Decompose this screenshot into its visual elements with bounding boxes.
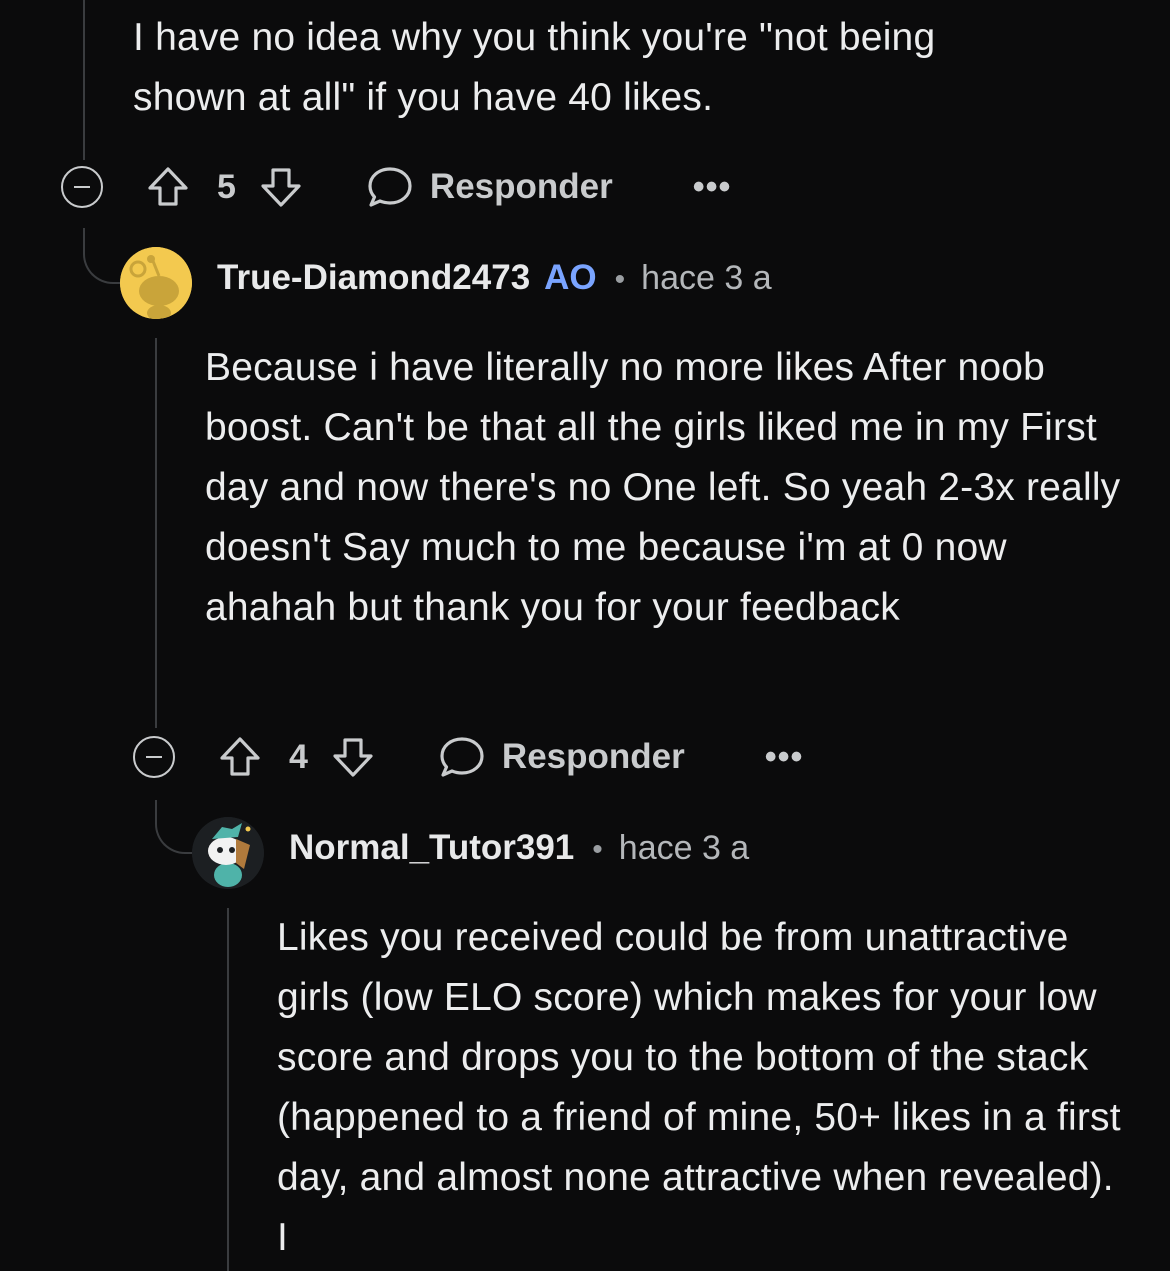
upvote-icon[interactable]: [217, 734, 263, 780]
comment-2-actions: 4 Responder •••: [133, 727, 803, 787]
separator-dot: •: [592, 833, 603, 866]
upvote-icon[interactable]: [145, 164, 191, 210]
timestamp: hace 3 a: [618, 829, 750, 867]
more-icon[interactable]: •••: [693, 168, 732, 207]
thread-elbow-2: [155, 800, 197, 854]
comment-bubble-icon: [438, 734, 486, 780]
comment-3-header: Normal_Tutor391 • hace 3 a: [289, 828, 749, 868]
vote-count: 5: [217, 167, 236, 206]
downvote-icon[interactable]: [258, 164, 304, 210]
vote-count: 4: [289, 737, 308, 776]
avatar[interactable]: [192, 817, 264, 889]
thread-line-level2: [155, 338, 157, 728]
comment-3-body: Likes you received could be from unattra…: [277, 916, 1121, 1259]
avatar[interactable]: [120, 247, 192, 319]
downvote-icon[interactable]: [330, 734, 376, 780]
comment-bubble-icon: [366, 164, 414, 210]
collapse-icon[interactable]: [133, 736, 175, 778]
thread-line-level3: [227, 908, 229, 1271]
reply-button[interactable]: Responder: [438, 734, 685, 780]
comment-2-body: Because i have literally no more likes A…: [205, 346, 1121, 629]
timestamp: hace 3 a: [641, 259, 772, 297]
reply-label: Responder: [501, 737, 685, 776]
reply-button[interactable]: Responder: [366, 164, 613, 210]
username[interactable]: Normal_Tutor391: [289, 828, 574, 868]
op-badge: AO: [544, 258, 597, 297]
reply-label: Responder: [429, 167, 613, 206]
separator-dot: •: [614, 263, 626, 296]
comment-1-body: I have no idea why you think you're "not…: [133, 16, 936, 119]
thread-line-root: [83, 0, 85, 160]
comment-2-header: True-Diamond2473 AO • hace 3 a: [217, 258, 772, 298]
collapse-icon[interactable]: [61, 166, 103, 208]
thread-elbow-1: [83, 228, 125, 284]
more-icon[interactable]: •••: [765, 738, 804, 777]
username[interactable]: True-Diamond2473: [217, 258, 530, 298]
comment-1-actions: 5 Responder •••: [61, 157, 731, 217]
